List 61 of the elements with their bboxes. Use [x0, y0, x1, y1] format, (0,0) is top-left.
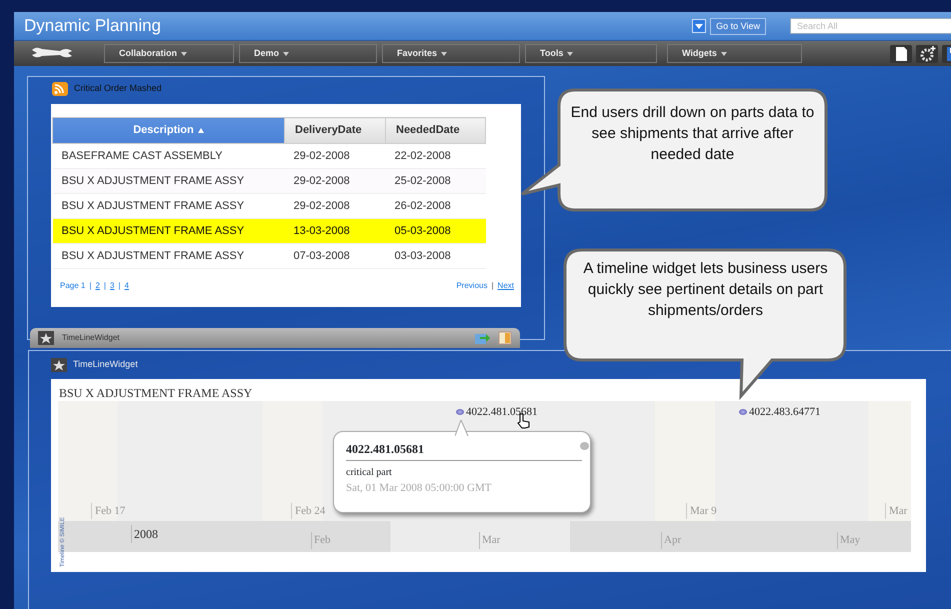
caret-icon [720, 52, 727, 56]
timeline-heading: BSU X ADJUSTMENT FRAME ASSY [59, 385, 252, 402]
column-header[interactable]: Description [52, 118, 284, 144]
table-cell: 13-03-2008 [284, 218, 386, 244]
date-label: 2008 [131, 525, 158, 543]
table-cell: 05-03-2008 [386, 218, 486, 244]
date-label: Apr [661, 532, 682, 548]
table-cell: 03-03-2008 [386, 244, 486, 268]
caret-icon [181, 52, 187, 56]
date-label: Feb [311, 532, 330, 548]
pager-separator: | [118, 280, 120, 292]
go-to-view-button[interactable]: Go to View [710, 18, 766, 34]
callout-text: A timeline widget lets business users quickly see pertinent details on part shipments/orders [582, 259, 829, 321]
callout-text: End users drill down on parts data to see shipments that arrive after needed date [570, 103, 815, 165]
menu-item[interactable]: Favorites [382, 44, 520, 63]
table-cell: 29-02-2008 [284, 168, 386, 194]
next-link[interactable]: Next [498, 280, 514, 292]
caret-icon [695, 24, 704, 28]
page-link[interactable]: 2 [95, 280, 100, 292]
popup-description: critical part [346, 466, 392, 480]
column-header[interactable]: NeededDate [386, 118, 486, 144]
widget-tab-title: TimeLineWidget [62, 332, 120, 344]
search-field[interactable]: Search All [790, 18, 951, 34]
caret-icon [283, 52, 290, 56]
gear-icon [918, 44, 936, 62]
table-cell: BSU X ADJUSTMENT FRAME ASSY [52, 244, 284, 268]
sort-arrow-icon [198, 128, 204, 133]
menu-item[interactable]: Widgets [667, 44, 802, 63]
popup-date: Sat, 01 Mar 2008 05:00:00 GMT [346, 481, 492, 496]
widget-title: Critical Order Mashed [74, 82, 162, 96]
menu-item[interactable]: Tools [525, 44, 657, 63]
widget-icon [51, 358, 67, 372]
caret-icon [567, 52, 574, 56]
date-label: May [837, 532, 860, 548]
table-cell: 07-03-2008 [284, 244, 386, 268]
date-label: Mar [885, 503, 908, 519]
event-label[interactable]: 4022.481.05681 [466, 404, 538, 420]
menu-item[interactable]: Collaboration [104, 44, 234, 63]
table-cell: BSU X ADJUSTMENT FRAME ASSY [52, 168, 284, 194]
pager-separator: | [491, 280, 494, 292]
page-link[interactable]: 4 [124, 280, 129, 292]
rss-icon [52, 82, 68, 96]
table-cell: BSU X ADJUSTMENT FRAME ASSY [52, 218, 284, 244]
widget-title: TimeLineWidget [73, 358, 138, 372]
table-cell: 25-02-2008 [386, 168, 486, 194]
date-label: Feb 17 [91, 503, 126, 519]
event-label[interactable]: 4022.483.64771 [749, 404, 820, 420]
toolbar-button[interactable] [890, 44, 912, 62]
pager-separator: | [89, 280, 92, 292]
popup-title: 4022.481.05681 [346, 440, 582, 461]
date-label: Feb 24 [291, 503, 326, 519]
menu-item[interactable]: Demo [239, 44, 377, 63]
page-link[interactable]: 3 [110, 280, 114, 292]
date-label: Mar [479, 532, 500, 548]
caret-icon [441, 52, 448, 56]
pager-separator: | [104, 280, 106, 292]
dropdown-button[interactable] [692, 19, 706, 33]
toolbar-button[interactable] [916, 44, 938, 62]
column-header[interactable]: DeliveryDate [284, 118, 386, 144]
date-label: Mar 9 [686, 503, 717, 519]
window-title: Dynamic Planning [24, 15, 162, 38]
